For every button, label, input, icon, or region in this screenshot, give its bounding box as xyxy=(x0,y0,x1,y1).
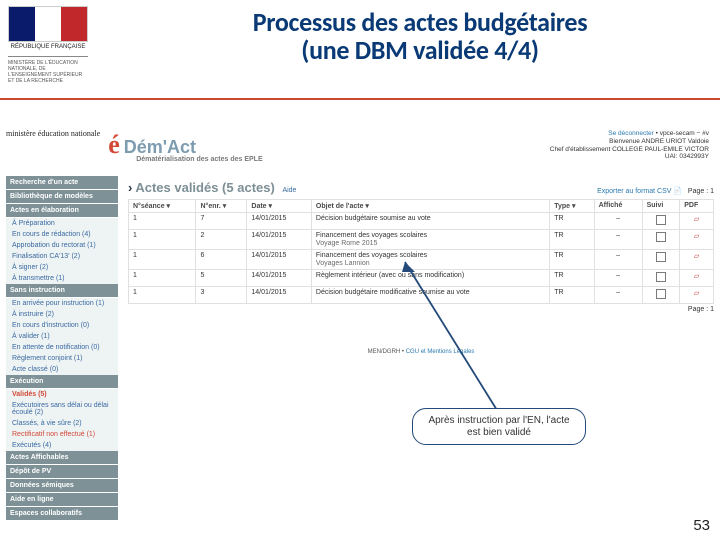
france-flag-icon xyxy=(8,6,88,42)
sb-affich[interactable]: Actes Affichables xyxy=(6,451,118,465)
cgu-link[interactable]: CGU et Mentions Légales xyxy=(406,349,475,355)
col-pdf: PDF xyxy=(680,200,714,213)
callout-note: Après instruction par l'EN, l'acte est b… xyxy=(412,408,586,445)
user-block: Se déconnecter • vpce-secam − #v Bienven… xyxy=(550,130,709,161)
sidebar-item[interactable]: Exécutés (4) xyxy=(6,440,118,451)
export-csv-link[interactable]: Exporter au format CSV xyxy=(597,188,671,195)
sidebar-item[interactable]: En attente de notification (0) xyxy=(6,342,118,353)
ministry-logo: RÉPUBLIQUE FRANÇAISE MINISTÈRE DE L'ÉDUC… xyxy=(8,6,88,84)
sidebar-item[interactable]: En arrivée pour instruction (1) xyxy=(6,298,118,309)
col-seance[interactable]: N°séance ▾ xyxy=(129,200,196,213)
chevron-down-icon: › xyxy=(128,180,132,195)
logout-link[interactable]: Se déconnecter xyxy=(608,130,654,137)
e-logo-icon: é xyxy=(108,130,120,160)
pdf-icon[interactable]: ▱ xyxy=(694,290,699,297)
table-row[interactable]: 1314/01/2015Décision budgétaire modifica… xyxy=(129,287,714,304)
col-aff: Affiché xyxy=(594,200,642,213)
slide-number: 53 xyxy=(693,517,710,534)
suivi-icon[interactable] xyxy=(656,272,666,282)
pdf-icon[interactable]: ▱ xyxy=(694,273,699,280)
actes-table: N°séance ▾ N°enr. ▾ Date ▾ Objet de l'ac… xyxy=(128,199,714,304)
sidebar-item[interactable]: Rectificatif non effectué (1) xyxy=(6,429,118,440)
sb-pv[interactable]: Dépôt de PV xyxy=(6,465,118,479)
rf-text: RÉPUBLIQUE FRANÇAISE xyxy=(8,44,88,50)
sb-donnees[interactable]: Données sémiques xyxy=(6,479,118,493)
suivi-icon[interactable] xyxy=(656,232,666,242)
sidebar-item-vaildes[interactable]: Validés (5) xyxy=(6,389,118,400)
table-row[interactable]: 1614/01/2015Financement des voyages scol… xyxy=(129,250,714,270)
min-nat-logo: ministère éducation nationale xyxy=(6,130,100,138)
col-type[interactable]: Type ▾ xyxy=(550,200,594,213)
sb-lib[interactable]: Bibliothèque de modèles xyxy=(6,190,118,204)
sidebar-item[interactable]: Approbation du rectorat (1) xyxy=(6,240,118,251)
app-screenshot: ministère éducation nationale éDém'Act D… xyxy=(0,128,715,171)
sidebar-item[interactable]: À instruire (2) xyxy=(6,309,118,320)
sidebar-item[interactable]: À signer (2) xyxy=(6,262,118,273)
pdf-icon[interactable]: ▱ xyxy=(694,233,699,240)
table-row[interactable]: 1214/01/2015Financement des voyages scol… xyxy=(129,230,714,250)
suivi-icon[interactable] xyxy=(656,215,666,225)
pager-bottom: Page : 1 xyxy=(128,306,714,313)
sb-exec[interactable]: Exécution xyxy=(6,375,118,389)
sidebar-item[interactable]: En cours de rédaction (4) xyxy=(6,229,118,240)
app-footer: MEN/DGRH • CGU et Mentions Légales xyxy=(128,349,714,355)
sidebar-item[interactable]: Finalisation CA'13' (2) xyxy=(6,251,118,262)
table-row[interactable]: 1514/01/2015Règlement intérieur (avec ou… xyxy=(129,270,714,287)
sidebar-item[interactable]: En cours d'instruction (0) xyxy=(6,320,118,331)
sidebar-item[interactable]: À transmettre (1) xyxy=(6,273,118,284)
sidebar-item[interactable]: Acte classé (0) xyxy=(6,364,118,375)
col-suivi: Suivi xyxy=(642,200,680,213)
table-row[interactable]: 1714/01/2015Décision budgétaire soumise … xyxy=(129,213,714,230)
main-content: ›Actes validés (5 actes) Aide Exporter a… xyxy=(128,176,714,355)
suivi-icon[interactable] xyxy=(656,289,666,299)
sb-search[interactable]: Recherche d'un acte xyxy=(6,176,118,190)
sidebar: Recherche d'un acte Bibliothèque de modè… xyxy=(6,176,118,521)
col-enr[interactable]: N°enr. ▾ xyxy=(196,200,247,213)
sidebar-item[interactable]: Règlement conjoint (1) xyxy=(6,353,118,364)
sidebar-item[interactable]: Exécutoires sans délai ou délai écoulé (… xyxy=(6,400,118,418)
demact-brand: éDém'Act Dématérialisation des actes des… xyxy=(108,130,262,163)
sb-collab[interactable]: Espaces collaboratifs xyxy=(6,507,118,521)
brand-sub: Dématérialisation des actes des EPLE xyxy=(136,156,262,163)
csv-icon: 📄 xyxy=(673,188,682,195)
pdf-icon[interactable]: ▱ xyxy=(694,253,699,260)
sb-aide[interactable]: Aide en ligne xyxy=(6,493,118,507)
help-link[interactable]: Aide xyxy=(282,187,296,194)
sb-elab[interactable]: Actes en élaboration xyxy=(6,204,118,218)
suivi-icon[interactable] xyxy=(656,252,666,262)
sb-instr[interactable]: Sans instruction xyxy=(6,284,118,298)
sidebar-item[interactable]: Classés, à vie sûre (2) xyxy=(6,418,118,429)
col-date[interactable]: Date ▾ xyxy=(247,200,312,213)
sidebar-item[interactable]: À Préparation xyxy=(6,218,118,229)
ministry-name: MINISTÈRE DE L'ÉDUCATION NATIONALE, DE L… xyxy=(8,56,88,84)
header-strip: RÉPUBLIQUE FRANÇAISE MINISTÈRE DE L'ÉDUC… xyxy=(0,0,720,100)
pdf-icon[interactable]: ▱ xyxy=(694,216,699,223)
title-line-2: (une DBM validée 4/4) xyxy=(150,34,690,66)
sidebar-item[interactable]: À valider (1) xyxy=(6,331,118,342)
slide-title: Processus des actes budgétaires (une DBM… xyxy=(150,6,690,66)
col-objet[interactable]: Objet de l'acte ▾ xyxy=(311,200,549,213)
